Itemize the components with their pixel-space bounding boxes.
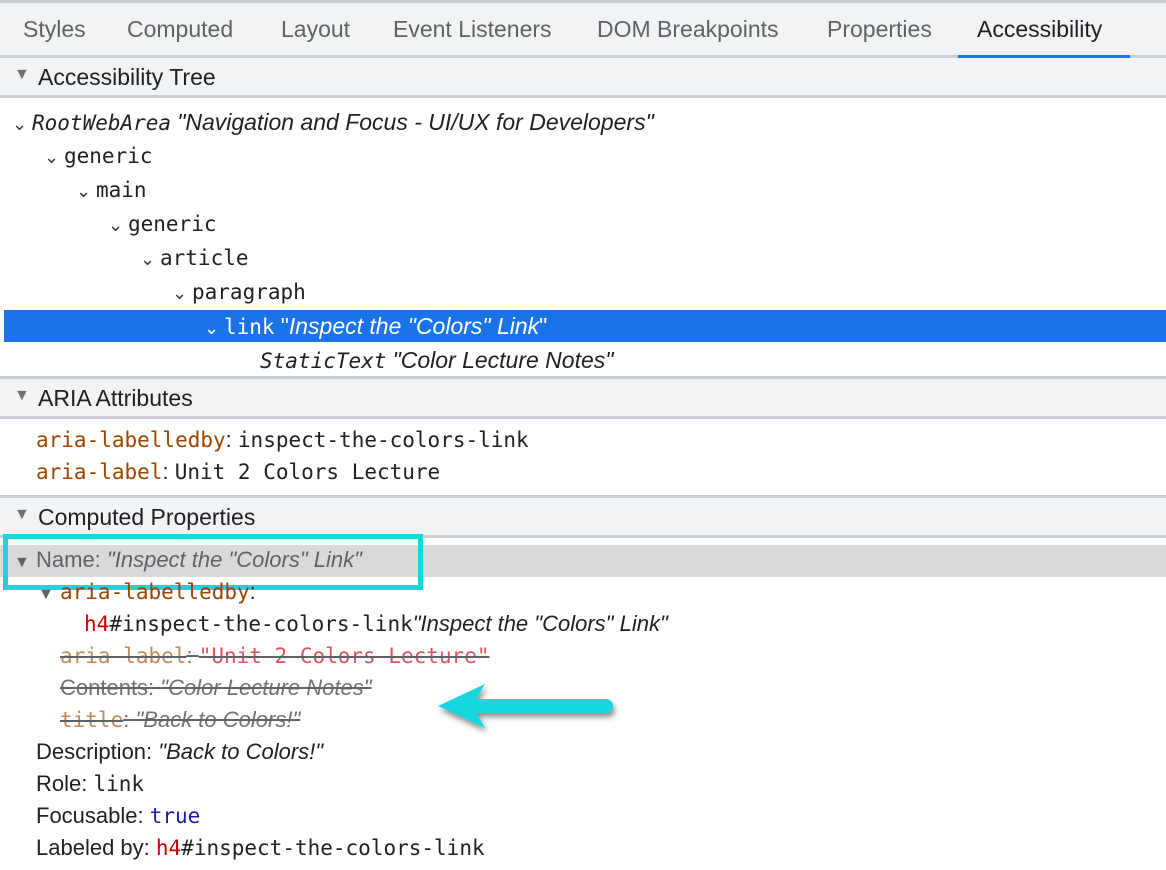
selected-row-highlight bbox=[4, 310, 1166, 342]
focusable-row: Focusable: true bbox=[36, 803, 201, 828]
tree-node-generic[interactable]: ⌄ generic bbox=[44, 139, 153, 173]
tab-dom-breakpoints[interactable]: DOM Breakpoints bbox=[597, 3, 779, 55]
description-row: Description: "Back to Colors!" bbox=[36, 739, 324, 764]
tab-computed[interactable]: Computed bbox=[127, 3, 233, 55]
collapse-triangle-icon: ▼ bbox=[14, 506, 30, 523]
tree-node-main[interactable]: ⌄ main bbox=[76, 173, 147, 207]
tab-styles[interactable]: Styles bbox=[23, 3, 86, 55]
tree-node-article[interactable]: ⌄ article bbox=[140, 241, 249, 275]
labelledby-row[interactable]: ▼ aria-labelledby: bbox=[38, 575, 256, 609]
tree-node-link[interactable]: ⌄ link "Inspect the "Colors" Link" bbox=[204, 309, 547, 343]
aria-attribute-row: aria-label: Unit 2 Colors Lecture bbox=[36, 459, 441, 484]
aria-attribute-row: aria-labelledby: inspect-the-colors-link bbox=[36, 427, 529, 452]
role-row: Role: link bbox=[36, 771, 145, 796]
chevron-down-icon[interactable]: ⌄ bbox=[172, 276, 192, 310]
chevron-down-icon[interactable]: ⌄ bbox=[76, 174, 96, 208]
chevron-down-icon[interactable]: ⌄ bbox=[204, 311, 224, 345]
labeled-by-row: Labeled by: h4#inspect-the-colors-link bbox=[36, 835, 485, 860]
tree-node-generic[interactable]: ⌄ generic bbox=[108, 207, 217, 241]
collapse-triangle-icon: ▼ bbox=[14, 66, 30, 83]
tab-properties[interactable]: Properties bbox=[827, 3, 932, 55]
overridden-aria-label-row: aria-label: "Unit 2 Colors Lecture" bbox=[60, 643, 490, 668]
accessibility-tree-header[interactable]: ▼ Accessibility Tree bbox=[0, 58, 1166, 98]
chevron-down-icon[interactable]: ⌄ bbox=[44, 140, 64, 174]
overridden-contents-row: Contents: "Color Lecture Notes" bbox=[60, 675, 372, 700]
chevron-down-icon[interactable]: ⌄ bbox=[140, 242, 160, 276]
chevron-down-icon[interactable]: ⌄ bbox=[108, 208, 128, 242]
tab-layout[interactable]: Layout bbox=[281, 3, 350, 55]
labelledby-source-row: h4#inspect-the-colors-link"Inspect the "… bbox=[84, 611, 668, 636]
tab-accessibility[interactable]: Accessibility bbox=[977, 3, 1102, 55]
tree-node-statictext[interactable]: StaticText "Color Lecture Notes" bbox=[260, 343, 613, 377]
chevron-down-icon[interactable]: ⌄ bbox=[12, 107, 32, 141]
computed-properties-header[interactable]: ▼ Computed Properties bbox=[0, 498, 1166, 538]
overridden-title-row: title: "Back to Colors!" bbox=[60, 707, 301, 732]
expand-triangle-icon[interactable]: ▼ bbox=[38, 578, 60, 612]
section-title: Accessibility Tree bbox=[38, 64, 216, 90]
collapse-triangle-icon: ▼ bbox=[14, 387, 30, 404]
aria-attributes-header[interactable]: ▼ ARIA Attributes bbox=[0, 379, 1166, 419]
sidebar-tab-bar: Styles Computed Layout Event Listeners D… bbox=[0, 0, 1166, 58]
section-title: ARIA Attributes bbox=[38, 385, 193, 411]
section-title: Computed Properties bbox=[38, 504, 256, 530]
annotation-arrow-icon bbox=[438, 684, 613, 728]
tab-event-listeners[interactable]: Event Listeners bbox=[393, 3, 552, 55]
tree-node-rootwebarea[interactable]: ⌄ RootWebArea "Navigation and Focus - UI/… bbox=[12, 105, 654, 139]
tree-node-paragraph[interactable]: ⌄ paragraph bbox=[172, 275, 306, 309]
